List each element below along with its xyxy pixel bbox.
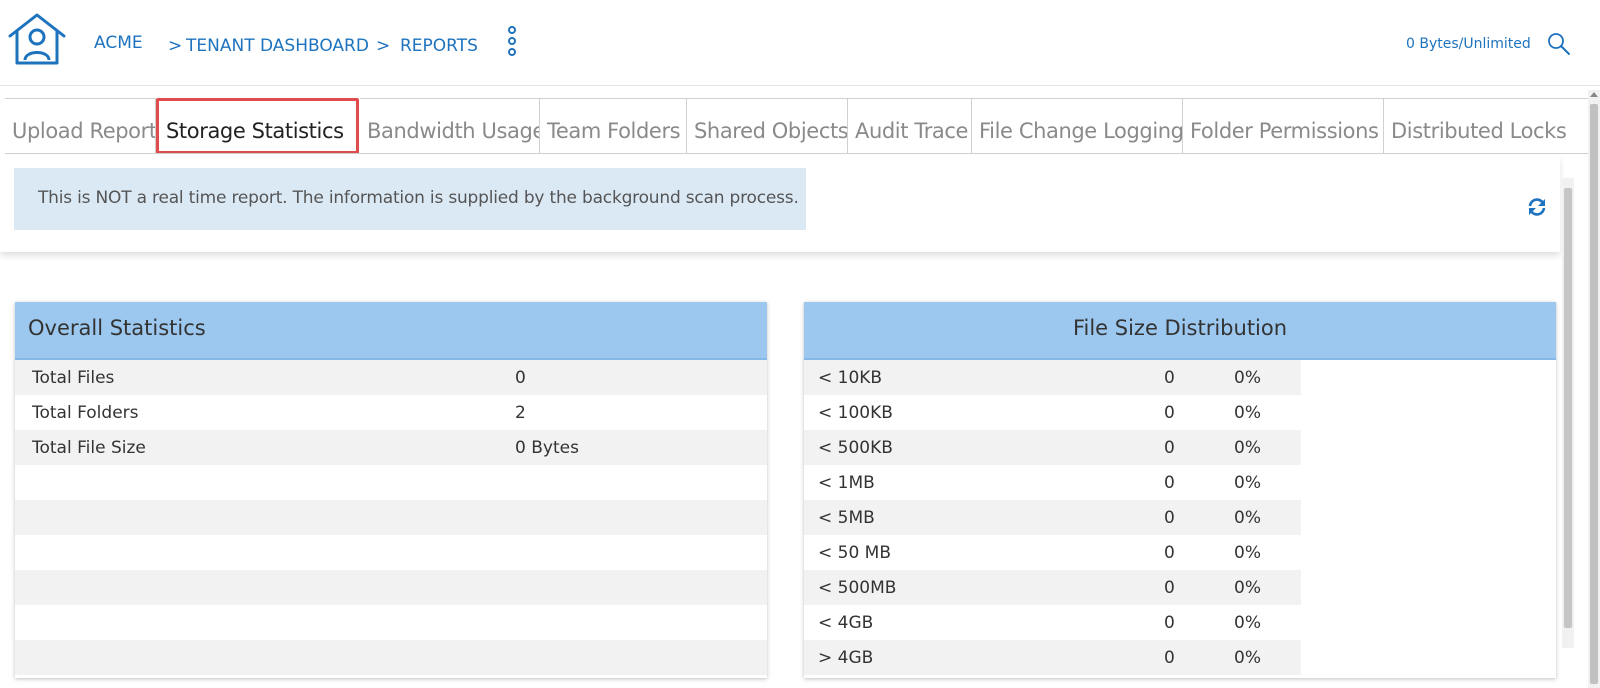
size-bucket-percent: 0% [1234,613,1261,633]
breadcrumb-separator: > [168,36,183,56]
content-scrollbar-thumb[interactable] [1564,188,1572,628]
size-bucket-count: 0 [1164,613,1175,633]
size-bucket-count: 0 [1164,438,1175,458]
scroll-up-arrow-icon[interactable] [1590,92,1598,97]
size-bucket-count: 0 [1164,508,1175,528]
tab-file-change-logging[interactable]: File Change Logging [971,98,1183,153]
tab-folder-permissions[interactable]: Folder Permissions [1182,98,1384,153]
tab-shared-objects[interactable]: Shared Objects [686,98,848,153]
empty-row [15,640,767,675]
stat-value: 0 [515,368,526,388]
size-bucket-label: < 100KB [818,403,893,423]
table-row: < 100KB 0 0% [804,395,1301,430]
empty-row [15,500,767,535]
tab-label: Team Folders [547,119,681,143]
size-bucket-count: 0 [1164,543,1175,563]
storage-quota: 0 Bytes/Unlimited [1406,36,1531,52]
empty-row [15,465,767,500]
stat-label: Total File Size [32,438,146,458]
report-tabs: Upload Report Storage Statistics Bandwid… [5,98,1590,154]
top-header: ACME > TENANT DASHBOARD > REPORTS 0 Byte… [0,0,1600,86]
size-bucket-percent: 0% [1234,368,1261,388]
empty-row [15,570,767,605]
tab-team-folders[interactable]: Team Folders [539,98,687,153]
size-bucket-label: < 4GB [818,613,874,633]
file-size-distribution-panel: File Size Distribution < 10KB 0 0% < 100… [804,302,1556,678]
breadcrumb-reports[interactable]: REPORTS [400,36,478,56]
tab-label: Storage Statistics [166,119,344,143]
table-row: Total Folders 2 [15,395,767,430]
stat-value: 0 Bytes [515,438,579,458]
tab-upload-report[interactable]: Upload Report [5,98,156,153]
size-bucket-count: 0 [1164,473,1175,493]
size-bucket-label: < 500KB [818,438,893,458]
overall-statistics-panel: Overall Statistics Total Files 0 Total F… [15,302,767,678]
stat-label: Total Folders [32,403,139,423]
tab-bandwidth-usage[interactable]: Bandwidth Usage [360,98,540,153]
table-row: < 10KB 0 0% [804,360,1301,395]
size-bucket-percent: 0% [1234,438,1261,458]
refresh-icon[interactable] [1526,196,1548,218]
table-row: > 4GB 0 0% [804,640,1301,675]
tab-storage-statistics[interactable]: Storage Statistics [156,98,359,153]
table-row: < 1MB 0 0% [804,465,1301,500]
tab-distributed-locks[interactable]: Distributed Locks [1383,98,1590,153]
size-bucket-label: > 4GB [818,648,874,668]
breadcrumb-separator: > [376,36,391,56]
file-size-distribution-title: File Size Distribution [804,302,1556,360]
table-row: < 500KB 0 0% [804,430,1301,465]
size-bucket-count: 0 [1164,403,1175,423]
breadcrumb-tenant-dashboard[interactable]: TENANT DASHBOARD [186,36,369,56]
page-scrollbar-thumb[interactable] [1590,104,1598,684]
size-bucket-percent: 0% [1234,403,1261,423]
home-user-icon[interactable] [6,12,68,66]
table-row: < 5MB 0 0% [804,500,1301,535]
tab-audit-trace[interactable]: Audit Trace [847,98,972,153]
size-bucket-label: < 50 MB [818,543,892,563]
notice-panel: This is NOT a real time report. The info… [0,156,1560,252]
tab-label: Distributed Locks [1391,119,1567,143]
tab-label: Bandwidth Usage [367,119,540,143]
size-bucket-count: 0 [1164,648,1175,668]
more-options-icon[interactable] [505,26,519,62]
table-row: Total Files 0 [15,360,767,395]
size-bucket-label: < 1MB [818,473,875,493]
tab-label: Audit Trace [855,119,969,143]
size-bucket-percent: 0% [1234,473,1261,493]
tab-label: Folder Permissions [1190,119,1379,143]
size-bucket-label: < 10KB [818,368,883,388]
table-row: < 4GB 0 0% [804,605,1301,640]
size-bucket-label: < 5MB [818,508,875,528]
table-row: < 500MB 0 0% [804,570,1301,605]
overall-statistics-title: Overall Statistics [15,302,767,360]
background-scan-notice: This is NOT a real time report. The info… [14,168,806,230]
tab-label: Shared Objects [694,119,848,143]
stat-label: Total Files [32,368,115,388]
table-row: < 50 MB 0 0% [804,535,1301,570]
size-bucket-label: < 500MB [818,578,897,598]
table-row: Total File Size 0 Bytes [15,430,767,465]
tab-label: Upload Report [12,119,156,143]
stat-value: 2 [515,403,526,423]
size-bucket-percent: 0% [1234,508,1261,528]
empty-row [15,605,767,640]
size-bucket-count: 0 [1164,578,1175,598]
size-bucket-percent: 0% [1234,543,1261,563]
size-bucket-percent: 0% [1234,578,1261,598]
size-bucket-percent: 0% [1234,648,1261,668]
size-bucket-count: 0 [1164,368,1175,388]
empty-row [15,535,767,570]
search-icon[interactable] [1547,32,1571,56]
breadcrumb-acme[interactable]: ACME [94,33,143,53]
tab-label: File Change Logging [979,119,1183,143]
